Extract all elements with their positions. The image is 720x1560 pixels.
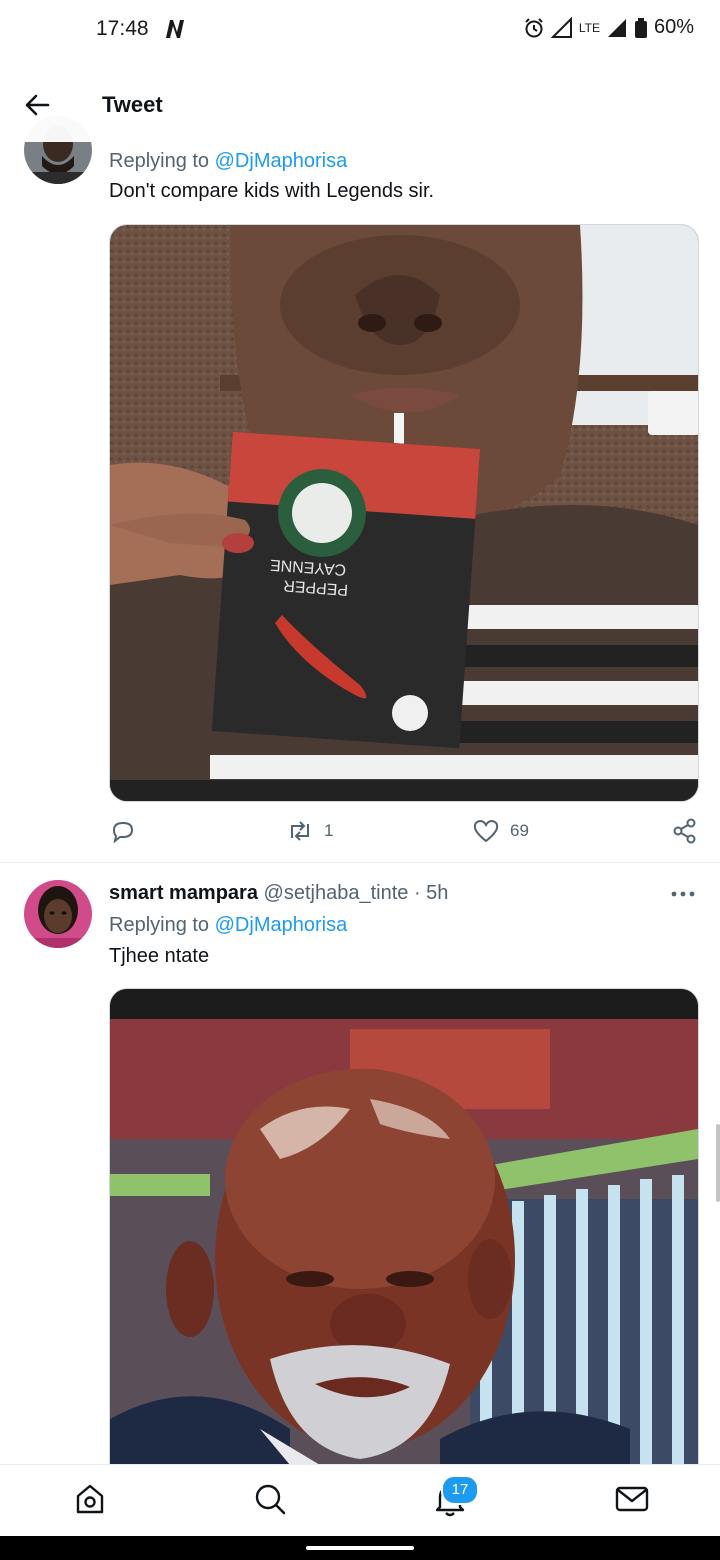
reply-button[interactable]	[110, 818, 136, 844]
avatar[interactable]	[24, 880, 92, 948]
like-count: 69	[510, 821, 529, 840]
notifications-badge: 17	[441, 1475, 479, 1505]
like-button[interactable]: 69	[472, 818, 529, 844]
retweet-button[interactable]: 1	[286, 818, 333, 844]
retweet-icon	[291, 821, 309, 841]
notification-n-icon	[166, 20, 184, 38]
home-gesture-handle[interactable]	[306, 1546, 414, 1550]
heart-icon	[473, 819, 499, 843]
tweet-actions: 1 69	[110, 818, 700, 848]
share-icon	[673, 818, 696, 844]
author-handle[interactable]: @setjhaba_tinte	[264, 882, 409, 904]
reply-icon	[112, 821, 134, 844]
home-icon[interactable]	[70, 1479, 110, 1519]
alarm-icon	[525, 17, 543, 37]
tweet-photo[interactable]: CAYENNE PEPPER	[109, 224, 699, 802]
search-icon[interactable]	[250, 1479, 290, 1519]
messages-mail-icon[interactable]	[612, 1479, 652, 1519]
tweet-author-line: smart mampara @setjhaba_tinte · 5h	[109, 880, 448, 906]
top-app-bar: Tweet	[0, 60, 720, 142]
status-icons: LTE 60%	[523, 16, 694, 39]
status-time: 17:48	[96, 17, 149, 40]
photo-pepper-selfie: CAYENNE PEPPER	[110, 225, 698, 801]
status-bar: 17:48 LTE 60%	[0, 0, 720, 60]
tweet-photo[interactable]	[109, 988, 699, 1489]
author-display-name[interactable]: smart mampara	[109, 882, 258, 904]
signal-icon-2	[607, 18, 626, 37]
more-options-icon[interactable]	[670, 887, 696, 901]
page-title: Tweet	[102, 92, 163, 117]
bottom-navigation: 17	[0, 1464, 720, 1537]
battery-percent: 60%	[653, 16, 694, 38]
reply-mention-link[interactable]: @DjMaphorisa	[215, 914, 348, 936]
network-type: LTE	[578, 20, 600, 35]
avatar-image	[24, 880, 92, 948]
replying-to-line: Replying to @DjMaphorisa	[109, 914, 348, 936]
tweet-text: Tjhee ntate	[109, 945, 210, 967]
reply-mention-link[interactable]: @DjMaphorisa	[215, 150, 348, 172]
scrollbar-thumb[interactable]	[716, 1124, 720, 1202]
photo-man-crying	[110, 989, 698, 1489]
retweet-count: 1	[324, 821, 334, 840]
back-arrow-icon[interactable]	[22, 90, 52, 120]
replying-to-line: Replying to @DjMaphorisa	[109, 150, 348, 172]
tweet-text: Don't compare kids with Legends sir.	[109, 180, 435, 202]
share-button[interactable]	[672, 818, 698, 844]
tweet-divider	[0, 862, 720, 863]
battery-icon	[634, 17, 647, 38]
tweet-time: · 5h	[413, 882, 449, 904]
signal-icon	[550, 16, 572, 38]
